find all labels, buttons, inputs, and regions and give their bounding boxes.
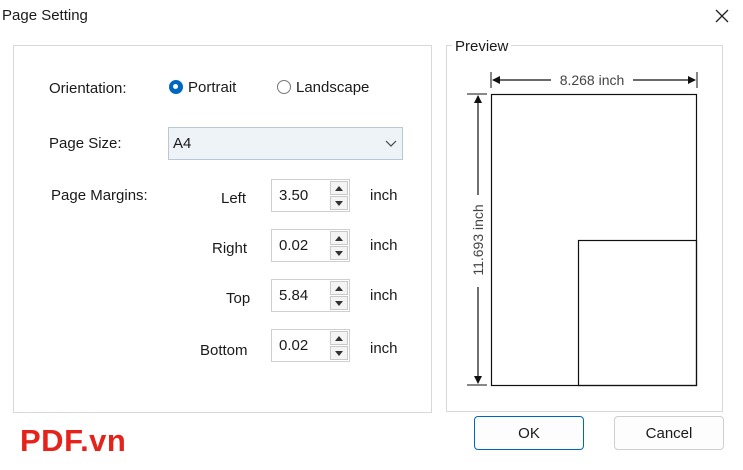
pdfvn-logo: PDF.vn xyxy=(20,423,127,458)
ok-button[interactable]: OK xyxy=(474,416,584,450)
preview-height-text: 11.693 inch xyxy=(470,204,486,275)
cancel-button[interactable]: Cancel xyxy=(614,416,724,450)
page-preview: 8.268 inch 11.693 inch xyxy=(467,72,698,387)
preview-width-text: 8.268 inch xyxy=(560,72,625,88)
printable-area xyxy=(577,239,698,387)
